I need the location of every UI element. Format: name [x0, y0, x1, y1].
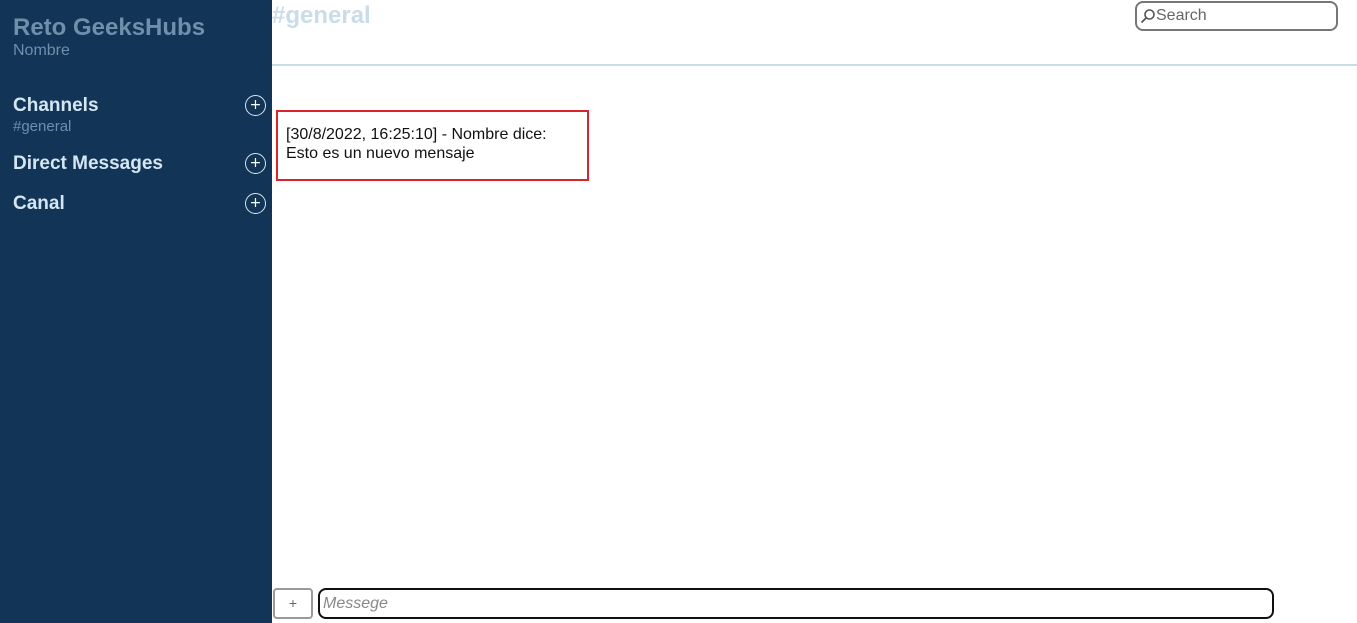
header-divider	[272, 64, 1357, 66]
message-input[interactable]	[318, 588, 1274, 619]
message-text: Esto es un nuevo mensaje	[286, 145, 475, 162]
add-canal-button[interactable]: +	[245, 193, 266, 214]
section-title-channels[interactable]: Channels	[13, 95, 99, 117]
search-icon	[1140, 8, 1156, 24]
message-meta: [30/8/2022, 16:25:10] - Nombre dice:	[286, 126, 547, 143]
attach-button[interactable]: +	[273, 588, 313, 619]
search-box	[1135, 1, 1338, 31]
search-input[interactable]	[1156, 7, 1336, 25]
workspace-name: Reto GeeksHubs	[13, 14, 206, 41]
sidebar-item-general[interactable]: #general	[13, 118, 71, 135]
channel-title: #general	[272, 2, 371, 29]
add-channel-button[interactable]: +	[245, 95, 266, 116]
section-title-canal[interactable]: Canal	[13, 193, 65, 215]
sidebar: Reto GeeksHubs Nombre Channels + #genera…	[0, 0, 272, 623]
add-direct-message-button[interactable]: +	[245, 153, 266, 174]
section-title-direct-messages[interactable]: Direct Messages	[13, 153, 163, 175]
message-item: [30/8/2022, 16:25:10] - Nombre dice: Est…	[276, 110, 589, 181]
user-name: Nombre	[13, 42, 70, 59]
